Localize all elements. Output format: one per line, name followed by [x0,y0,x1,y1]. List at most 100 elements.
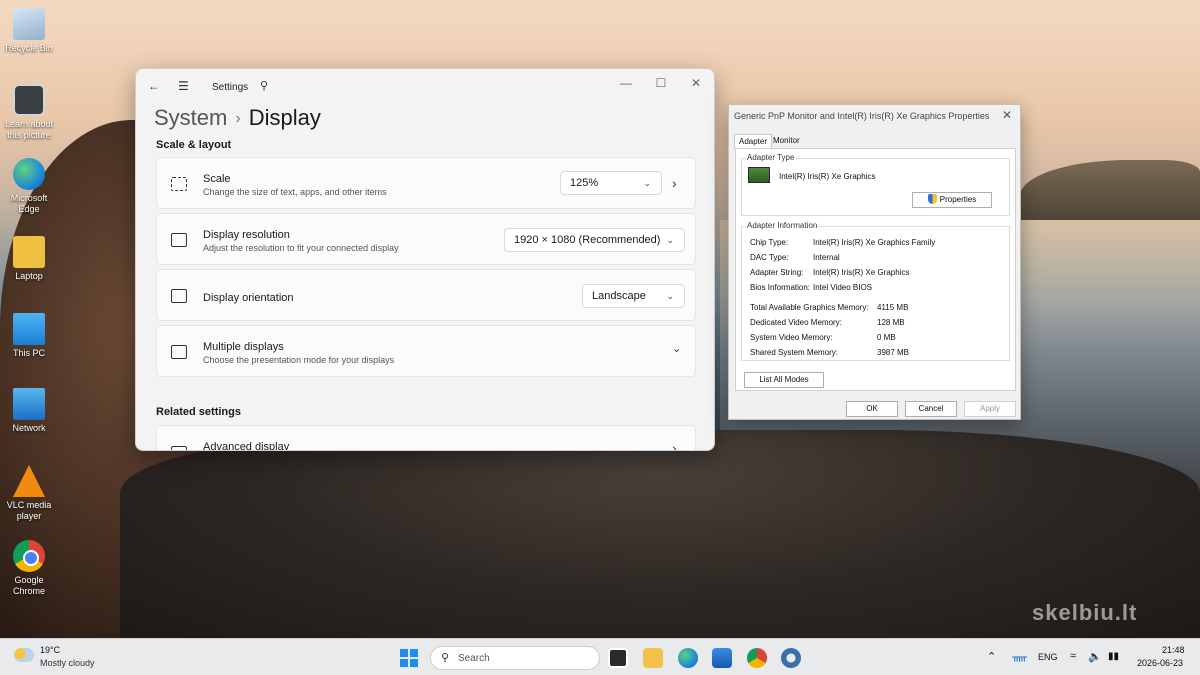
resolution-icon [171,233,187,247]
watermark: skelbiu.lt [1032,600,1138,625]
page-title: System › Display [154,105,321,131]
section-scale-layout: Scale & layout [156,139,232,151]
chrome-icon[interactable] [747,648,767,668]
settings-titlebar[interactable]: ← ☰ Settings ⚲ — ☐ ✕ [136,69,714,105]
desktop-icon-network[interactable]: Network [4,388,54,434]
info-key: Adapter String: [750,268,804,277]
desktop-icon-chrome[interactable]: Google Chrome [4,540,54,597]
desktop-icon-label: This PC [12,348,45,358]
desktop-icon-label: Laptop [15,271,43,281]
scale-dropdown[interactable]: 125% ⌄ [560,171,662,195]
ok-button[interactable]: OK [846,401,898,417]
desktop-icon-label: Learn about this picture [4,119,54,140]
chevron-right-icon[interactable]: › [672,440,677,450]
search-icon[interactable]: ⚲ [260,79,268,92]
scale-card[interactable]: Scale Change the size of text, apps, and… [156,157,696,209]
search-placeholder: Search [458,653,490,664]
multiple-displays-icon [171,345,187,359]
graphics-card-icon [748,167,770,183]
chevron-down-icon: ⌄ [643,178,651,188]
weather-cloud-icon[interactable] [14,648,34,662]
advanced-display-title: Advanced display [203,441,290,451]
info-value: Intel(R) Iris(R) Xe Graphics [813,268,910,277]
scale-subtitle: Change the size of text, apps, and other… [203,187,387,197]
desktop-icon-label: Recycle Bin [5,43,53,53]
folder-user-icon [13,236,45,268]
store-icon[interactable] [712,648,732,668]
adapter-type-group: Adapter Type Intel(R) Iris(R) Xe Graphic… [741,153,1010,216]
start-button[interactable] [400,649,418,667]
settings-gear-icon[interactable] [781,648,801,668]
desktop-icon-vlc[interactable]: VLC media player [4,465,54,522]
desktop-icon-this-pc[interactable]: This PC [4,313,54,359]
desktop-icon-learn-picture[interactable]: Learn about this picture [4,84,54,141]
clock-time[interactable]: 21:48 [1162,645,1185,655]
desktop-icon-label: Google Chrome [12,575,45,596]
adapter-properties-button[interactable]: Properties [912,192,992,208]
network-icon [13,388,45,420]
file-explorer-icon[interactable] [643,648,663,668]
clock-date[interactable]: 2026-06-23 [1137,658,1183,668]
minimize-icon[interactable]: — [611,73,641,93]
edge-icon[interactable] [678,648,698,668]
close-icon[interactable]: ✕ [681,73,711,93]
desktop-icon-label: Network [12,423,46,433]
chevron-right-icon[interactable]: › [672,175,677,191]
multiple-displays-card[interactable]: Multiple displays Choose the presentatio… [156,325,696,377]
weather-temperature[interactable]: 19°C [40,645,60,655]
chevron-down-icon[interactable]: ⌄ [672,342,681,355]
orientation-dropdown[interactable]: Landscape ⌄ [582,284,685,308]
orientation-card[interactable]: Display orientation Landscape ⌄ [156,269,696,321]
wifi-icon[interactable]: ≈ [1070,650,1076,662]
close-icon[interactable]: ✕ [1002,108,1012,122]
memory-key: Total Available Graphics Memory: [750,303,869,312]
resolution-card[interactable]: Display resolution Adjust the resolution… [156,213,696,265]
multiple-displays-subtitle: Choose the presentation mode for your di… [203,355,395,365]
chrome-icon [13,540,45,572]
edge-icon [13,158,45,190]
tab-adapter[interactable]: Adapter [734,134,773,149]
apply-button[interactable]: Apply [964,401,1016,417]
tab-monitor[interactable]: Monitor [769,134,804,149]
hamburger-menu-icon[interactable]: ☰ [178,79,189,93]
chevron-right-icon: › [235,110,241,127]
resolution-dropdown[interactable]: 1920 × 1080 (Recommended) ⌄ [504,228,685,252]
settings-window: ← ☰ Settings ⚲ — ☐ ✕ System › Display Scal… [135,68,715,451]
advanced-display-card[interactable]: Advanced display › [156,425,696,451]
orientation-value: Landscape [592,290,646,302]
info-value: Intel(R) Iris(R) Xe Graphics Family [813,238,936,247]
learn-picture-icon [13,84,45,116]
scale-title: Scale [203,173,231,185]
dialog-title: Generic PnP Monitor and Intel(R) Iris(R)… [734,111,990,121]
taskbar: 19°C Mostly cloudy ⚲ Search ⌃ ᚅ ENG ≈ 🔈 … [0,638,1200,675]
adapter-name: Intel(R) Iris(R) Xe Graphics [779,172,876,181]
desktop-icon-laptop[interactable]: Laptop [4,236,54,282]
memory-value: 0 MB [877,333,896,342]
breadcrumb-system[interactable]: System [154,105,227,130]
info-key: Chip Type: [750,238,789,247]
back-arrow-icon[interactable]: ← [148,79,160,93]
taskbar-search[interactable]: ⚲ Search [430,646,600,670]
chevron-up-icon[interactable]: ⌃ [987,650,996,663]
cancel-button[interactable]: Cancel [905,401,957,417]
task-view-icon[interactable] [608,648,628,668]
info-value: Intel Video BIOS [813,283,872,292]
battery-icon[interactable]: ▮▮ [1108,651,1119,662]
multiple-displays-title: Multiple displays [203,341,284,353]
bluetooth-icon[interactable]: ᚅ [1012,650,1027,663]
vlc-icon [13,465,45,497]
maximize-icon[interactable]: ☐ [646,73,676,93]
list-all-modes-button[interactable]: List All Modes [744,372,824,388]
search-icon: ⚲ [441,652,450,664]
memory-value: 4115 MB [877,303,909,312]
adapter-type-label: Adapter Type [746,153,796,162]
adapter-information-label: Adapter Information [746,221,819,230]
volume-icon[interactable]: 🔈 [1088,650,1102,663]
weather-condition[interactable]: Mostly cloudy [40,658,95,668]
desktop-icon-recycle-bin[interactable]: Recycle Bin [4,8,54,54]
desktop-icon-edge[interactable]: Microsoft Edge [4,158,54,215]
recycle-bin-icon [13,8,45,40]
adapter-pane: Adapter Type Intel(R) Iris(R) Xe Graphic… [735,148,1016,391]
info-key: DAC Type: [750,253,789,262]
language-indicator[interactable]: ENG [1038,652,1058,662]
